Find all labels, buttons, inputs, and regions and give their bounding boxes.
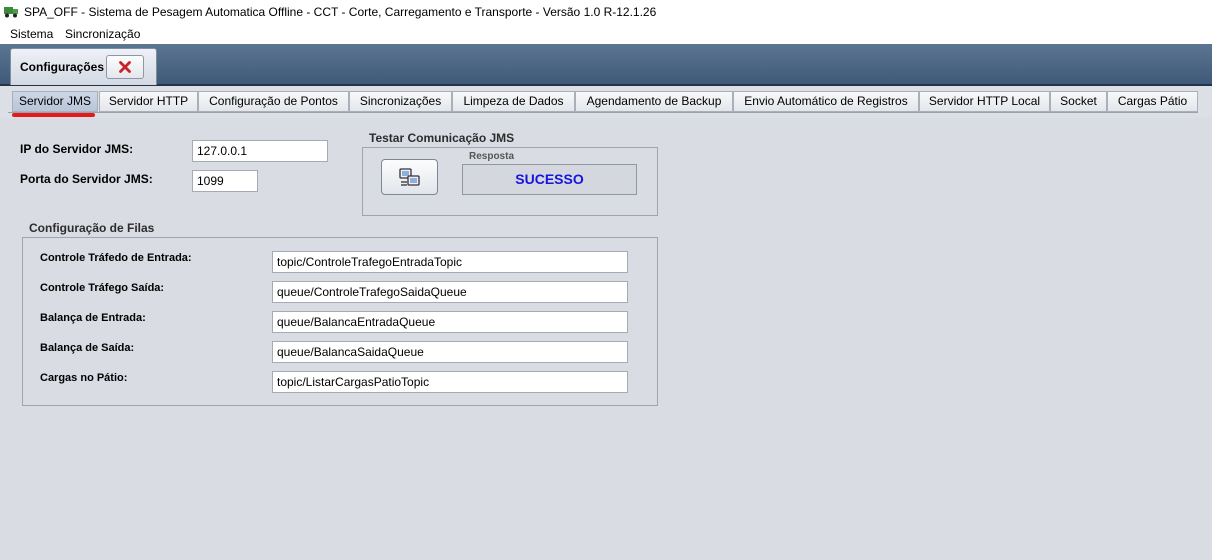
- subtab-divider: [8, 112, 1198, 113]
- menu-bar: Sistema Sincronização: [0, 24, 1212, 44]
- queues-group-title: Configuração de Filas: [29, 221, 155, 235]
- subtab-cargas-patio[interactable]: Cargas Pátio: [1107, 91, 1198, 112]
- window-title: SPA_OFF - Sistema de Pesagem Automatica …: [24, 5, 657, 19]
- subtab-servidor-http-local[interactable]: Servidor HTTP Local: [919, 91, 1050, 112]
- test-connection-button[interactable]: [381, 159, 438, 195]
- queue-label: Controle Tráfedo de Entrada:: [40, 252, 192, 264]
- menu-sincronizacao[interactable]: Sincronização: [65, 27, 140, 41]
- tab-configuracoes[interactable]: Configurações: [10, 48, 157, 85]
- queue-field-cargas-patio[interactable]: topic/ListarCargasPatioTopic: [272, 371, 628, 393]
- queue-label: Cargas no Pátio:: [40, 372, 128, 384]
- subtab-socket[interactable]: Socket: [1050, 91, 1107, 112]
- subtab-limpeza-dados[interactable]: Limpeza de Dados: [452, 91, 575, 112]
- subtab-configuracao-pontos[interactable]: Configuração de Pontos: [198, 91, 349, 112]
- response-label: Resposta: [469, 151, 515, 162]
- subtab-agendamento-backup[interactable]: Agendamento de Backup: [575, 91, 733, 112]
- network-test-icon: [399, 168, 420, 186]
- menu-sistema[interactable]: Sistema: [10, 27, 53, 41]
- ip-field[interactable]: 127.0.0.1: [192, 140, 328, 162]
- queue-label: Balança de Saída:: [40, 342, 135, 354]
- tab-configuracoes-label: Configurações: [20, 60, 105, 74]
- ip-label: IP do Servidor JMS:: [20, 142, 134, 156]
- subtab-servidor-jms[interactable]: Servidor JMS: [12, 91, 98, 112]
- close-x-icon: [119, 61, 131, 73]
- subtab-sincronizacoes[interactable]: Sincronizações: [349, 91, 452, 112]
- active-tab-highlight: [12, 113, 95, 117]
- queue-label: Balança de Entrada:: [40, 312, 146, 324]
- test-group-title: Testar Comunicação JMS: [369, 131, 515, 145]
- title-bar: SPA_OFF - Sistema de Pesagem Automatica …: [0, 0, 1212, 24]
- port-field[interactable]: 1099: [192, 170, 258, 192]
- queue-field-controle-saida[interactable]: queue/ControleTrafegoSaidaQueue: [272, 281, 628, 303]
- queue-field-balanca-entrada[interactable]: queue/BalancaEntradaQueue: [272, 311, 628, 333]
- queue-field-balanca-saida[interactable]: queue/BalancaSaidaQueue: [272, 341, 628, 363]
- main-tab-strip: [0, 44, 1212, 86]
- queue-field-controle-entrada[interactable]: topic/ControleTrafegoEntradaTopic: [272, 251, 628, 273]
- response-status: SUCESSO: [462, 164, 637, 195]
- subtab-envio-automatico[interactable]: Envio Automático de Registros: [733, 91, 919, 112]
- queue-label: Controle Tráfego Saída:: [40, 282, 165, 294]
- truck-icon: [4, 5, 18, 18]
- port-label: Porta do Servidor JMS:: [20, 172, 153, 186]
- subtab-servidor-http[interactable]: Servidor HTTP: [99, 91, 198, 112]
- close-tab-button[interactable]: [106, 55, 144, 79]
